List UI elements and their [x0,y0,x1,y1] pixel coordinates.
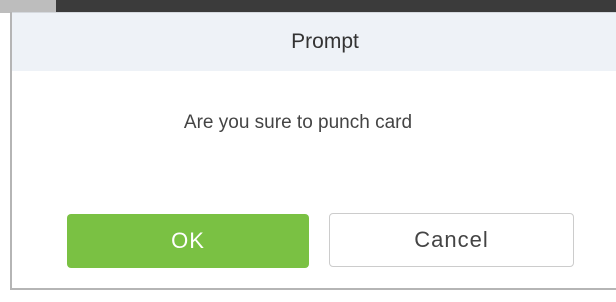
dialog-title: Prompt [291,30,359,53]
cancel-button[interactable]: Cancel [329,213,574,267]
dialog-header[interactable]: Prompt [12,12,616,71]
ok-button[interactable]: OK [67,214,309,268]
prompt-dialog: Prompt Are you sure to punch card OK Can… [10,12,616,290]
dialog-message: Are you sure to punch card [183,112,413,133]
page: Prompt Are you sure to punch card OK Can… [0,0,616,302]
